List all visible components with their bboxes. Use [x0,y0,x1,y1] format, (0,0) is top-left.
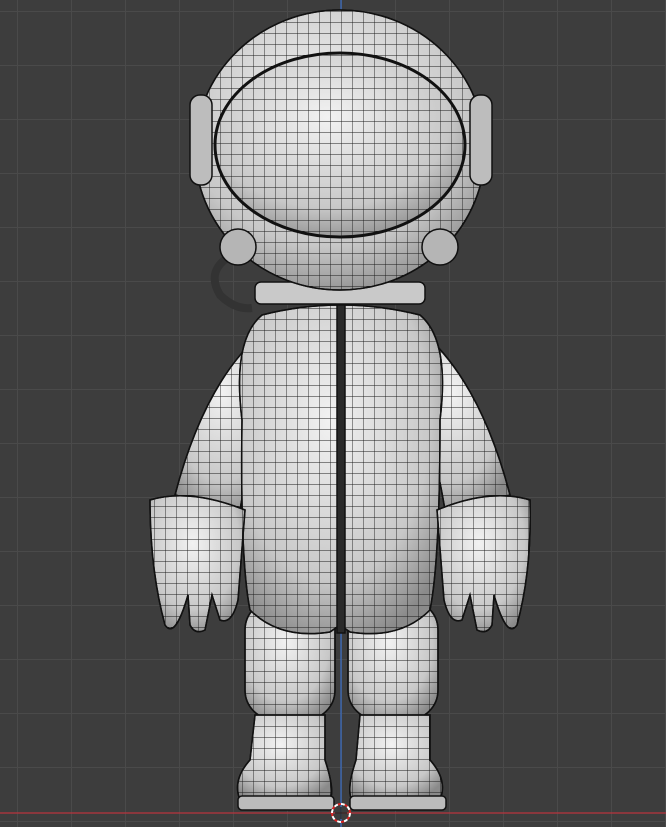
helmet [189,9,493,291]
torso [238,304,444,635]
boots [236,714,447,811]
scene [0,0,666,827]
astronaut-model[interactable] [149,9,531,811]
3d-viewport[interactable] [0,0,666,827]
zipper [336,304,346,634]
